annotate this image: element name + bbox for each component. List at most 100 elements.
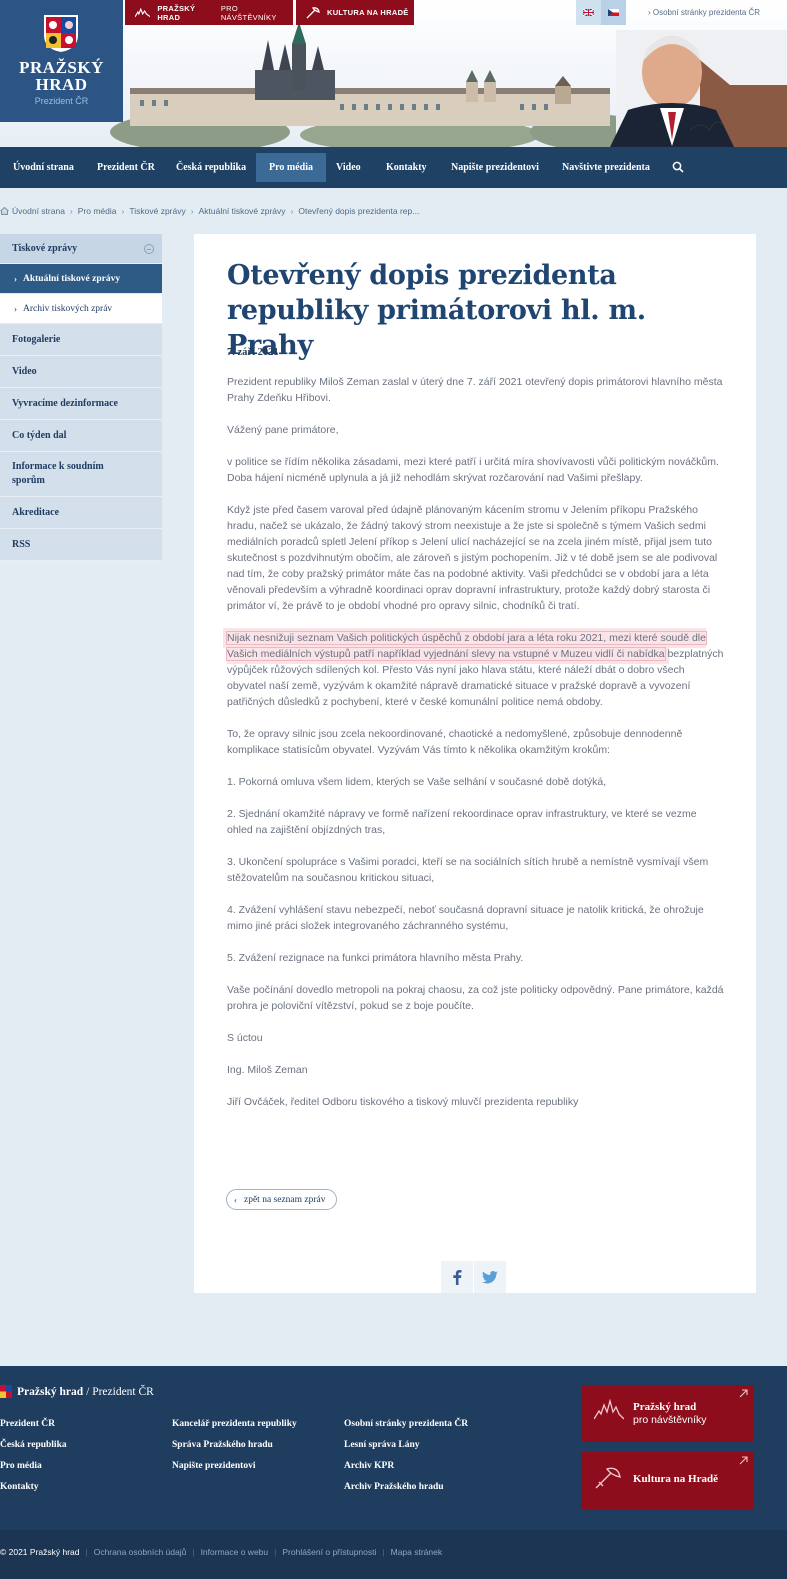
breadcrumb-separator: › [190, 206, 194, 216]
logo-title: PRAŽSKÝ HRAD [19, 58, 104, 94]
footer-link[interactable]: Napište prezidentovi [172, 1461, 297, 1482]
footer-column-2: Kancelář prezidenta republiky Správa Pra… [172, 1419, 297, 1482]
footer-link[interactable]: Pro média [0, 1461, 67, 1482]
back-to-list-label: zpět na seznam zpráv [244, 1194, 326, 1205]
bottom-bar: © 2021 Pražský hrad | Ochrana osobních ú… [0, 1530, 787, 1579]
bottom-link-sitemap[interactable]: Mapa stránek [391, 1547, 443, 1557]
footer-brand-rest: / Prezident ČR [86, 1385, 154, 1398]
sidebar-item-rss[interactable]: RSS [0, 529, 162, 561]
highlighted-text: Nijak nesnižuji seznam Vašich politickýc… [226, 631, 707, 661]
sidebar: Tiskové zprávy › Aktuální tiskové zprávy… [0, 234, 162, 561]
culture-at-castle-label: KULTURA NA HRADĚ [327, 8, 409, 17]
twitter-share-button[interactable] [474, 1261, 506, 1293]
sidebar-item-label: Tiskové zprávy [12, 243, 78, 254]
article-paragraph: 4. Zvážení vyhlášení stavu nebezpečí, ne… [227, 904, 704, 932]
article-paragraph: To, že opravy silnic jsou zcela nekoordi… [227, 728, 683, 756]
breadcrumb-current-releases[interactable]: Aktuální tiskové zprávy [199, 206, 286, 216]
culture-at-castle-card[interactable]: Kultura na Hradě [581, 1452, 754, 1509]
sidebar-item-press-releases[interactable]: Tiskové zprávy [0, 234, 162, 264]
facebook-share-button[interactable] [441, 1261, 473, 1293]
sidebar-item-accreditation[interactable]: Akreditace [0, 497, 162, 529]
uk-flag-icon [583, 9, 594, 16]
article-paragraph: Když jste před časem varoval před údajně… [227, 504, 718, 612]
lang-en-button[interactable] [576, 0, 601, 25]
article-date: 7. září 2021 [227, 347, 279, 358]
footer-link[interactable]: Kontakty [0, 1482, 67, 1503]
sidebar-item-label: Co týden dal [12, 430, 67, 441]
trumpet-icon [306, 6, 320, 18]
sidebar-item-court-disputes[interactable]: Informace k soudním sporům [0, 452, 162, 497]
sidebar-item-label: RSS [12, 539, 31, 550]
nav-visit-president[interactable]: Navštivte prezidenta [549, 153, 663, 182]
footer: Pražský hrad / Prezident ČR Prezident ČR… [0, 1366, 787, 1530]
footer-link[interactable]: Archiv KPR [344, 1461, 468, 1482]
nav-czech-republic[interactable]: Česká republika [163, 153, 259, 182]
article-paragraph: 1. Pokorná omluva všem lidem, kterých se… [227, 776, 607, 788]
sidebar-item-label: Informace k soudním sporům [12, 461, 104, 486]
castle-visitors-card-subtitle: pro návštěvníky [633, 1414, 707, 1426]
sidebar-item-video[interactable]: Video [0, 356, 162, 388]
collapse-icon[interactable] [144, 244, 154, 254]
footer-link[interactable]: Prezident ČR [0, 1419, 67, 1440]
sidebar-item-label: Akreditace [12, 507, 60, 518]
footer-column-3: Osobní stránky prezidenta ČR Lesní správ… [344, 1419, 468, 1503]
nav-contacts[interactable]: Kontakty [373, 153, 440, 182]
culture-at-castle-button[interactable]: KULTURA NA HRADĚ [296, 0, 414, 25]
nav-media[interactable]: Pro média [256, 153, 326, 182]
main-navigation: Úvodní strana Prezident ČR Česká republi… [0, 147, 787, 188]
breadcrumb-separator: › [290, 206, 294, 216]
article-paragraph: Ing. Miloš Zeman [227, 1064, 308, 1076]
sidebar-item-label: Fotogalerie [12, 334, 61, 345]
article-paragraph: Jiří Ovčáček, ředitel Odboru tiskového a… [227, 1096, 579, 1108]
external-link-icon [739, 1389, 748, 1398]
footer-link[interactable]: Česká republika [0, 1440, 67, 1461]
bottom-link-accessibility[interactable]: Prohlášení o přístupnosti [282, 1547, 376, 1557]
lang-cz-button[interactable] [601, 0, 626, 25]
breadcrumb-media[interactable]: Pro média [78, 206, 117, 216]
sidebar-subitem-archive[interactable]: › Archiv tiskových zpráv [0, 294, 162, 324]
back-to-list-button[interactable]: ‹ zpět na seznam zpráv [226, 1189, 337, 1210]
castle-visitors-card[interactable]: Pražský hrad pro návštěvníky [581, 1385, 754, 1442]
nav-president[interactable]: Prezident ČR [84, 153, 168, 182]
article-paragraph: 3. Ukončení spolupráce s Vašimi poradci,… [227, 856, 709, 884]
home-icon [0, 207, 9, 215]
castle-visitors-button[interactable]: PRAŽSKÝ HRAD PRO NÁVŠTĚVNÍKY [125, 0, 293, 25]
chevron-right-icon: › [14, 273, 17, 284]
nav-write-president[interactable]: Napište prezidentovi [438, 153, 552, 182]
article-paragraph: Vážený pane primátore, [227, 424, 339, 436]
sidebar-item-disinformation[interactable]: Vyvracíme dezinformace [0, 388, 162, 420]
sidebar-subitem-current-releases[interactable]: › Aktuální tiskové zprávy [0, 264, 162, 294]
bottom-separator: | [85, 1547, 88, 1557]
personal-pages-link[interactable]: › Osobní stránky prezidenta ČR [648, 8, 760, 17]
trumpet-icon [595, 1467, 621, 1489]
bottom-link-about[interactable]: Informace o webu [201, 1547, 269, 1557]
castle-visitors-label-rest: PRO NÁVŠTĚVNÍKY [220, 3, 277, 22]
breadcrumb-press-releases[interactable]: Tiskové zprávy [129, 206, 185, 216]
nav-video[interactable]: Video [323, 153, 374, 182]
footer-link[interactable]: Správa Pražského hradu [172, 1440, 297, 1461]
site-logo[interactable]: PRAŽSKÝ HRAD Prezident ČR [0, 0, 123, 122]
chevron-right-icon: › [14, 303, 17, 314]
bottom-link-privacy[interactable]: Ochrana osobních údajů [94, 1547, 187, 1557]
article-paragraph: Vaše počínání dovedlo metropoli na pokra… [227, 984, 724, 1012]
footer-link[interactable]: Lesní správa Lány [344, 1440, 468, 1461]
breadcrumb-home[interactable]: Úvodní strana [12, 206, 65, 216]
article-paragraph: v politice se řídím několika zásadami, m… [227, 456, 719, 484]
breadcrumb-separator: › [121, 206, 125, 216]
footer-link[interactable]: Osobní stránky prezidenta ČR [344, 1419, 468, 1440]
chevron-left-icon: ‹ [234, 1194, 237, 1205]
bottom-separator: | [382, 1547, 385, 1557]
footer-link[interactable]: Archiv Pražského hradu [344, 1482, 468, 1503]
nav-home[interactable]: Úvodní strana [0, 153, 87, 182]
footer-brand[interactable]: Pražský hrad / Prezident ČR [0, 1385, 154, 1398]
sidebar-item-weekly-summary[interactable]: Co týden dal [0, 420, 162, 452]
article-paragraph: 5. Zvážení rezignace na funkci primátora… [227, 952, 524, 964]
article-paragraph: Prezident republiky Miloš Zeman zaslal v… [227, 376, 723, 404]
copyright-text: © 2021 Pražský hrad [0, 1547, 80, 1557]
footer-link[interactable]: Kancelář prezidenta republiky [172, 1419, 297, 1440]
search-icon[interactable] [672, 161, 684, 173]
sidebar-item-photo-gallery[interactable]: Fotogalerie [0, 324, 162, 356]
twitter-icon [482, 1270, 498, 1283]
sidebar-item-label: Video [12, 366, 37, 377]
facebook-icon [453, 1270, 462, 1285]
